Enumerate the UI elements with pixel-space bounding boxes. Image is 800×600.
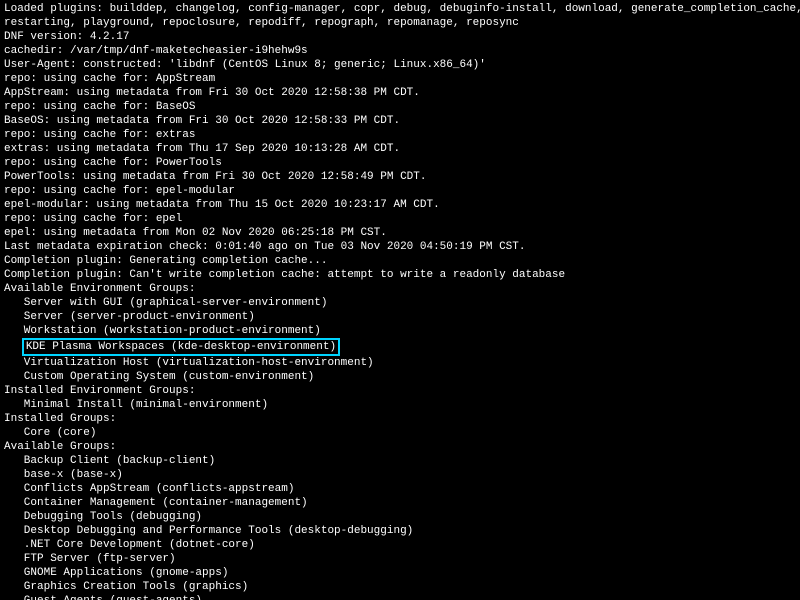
line-text: Server (server-product-environment) <box>4 311 255 323</box>
output-line: Server (server-product-environment) <box>4 310 796 324</box>
line-text: .NET Core Development (dotnet-core) <box>4 539 255 551</box>
line-text: restarting, playground, repoclosure, rep… <box>4 17 519 29</box>
output-line: Desktop Debugging and Performance Tools … <box>4 524 796 538</box>
output-line: Workstation (workstation-product-environ… <box>4 324 796 338</box>
line-text: Debugging Tools (debugging) <box>4 511 202 523</box>
output-line: restarting, playground, repoclosure, rep… <box>4 16 796 30</box>
line-text: repo: using cache for: epel <box>4 213 182 225</box>
output-line: extras: using metadata from Thu 17 Sep 2… <box>4 142 796 156</box>
line-text: Installed Environment Groups: <box>4 385 195 397</box>
line-text: FTP Server (ftp-server) <box>4 553 176 565</box>
output-line: Graphics Creation Tools (graphics) <box>4 580 796 594</box>
highlighted-line: KDE Plasma Workspaces (kde-desktop-envir… <box>4 338 796 356</box>
line-text: repo: using cache for: PowerTools <box>4 157 222 169</box>
output-line: Virtualization Host (virtualization-host… <box>4 356 796 370</box>
line-text: GNOME Applications (gnome-apps) <box>4 567 228 579</box>
output-line: base-x (base-x) <box>4 468 796 482</box>
line-text: extras: using metadata from Thu 17 Sep 2… <box>4 143 400 155</box>
output-line: Server with GUI (graphical-server-enviro… <box>4 296 796 310</box>
line-text: epel-modular: using metadata from Thu 15… <box>4 199 440 211</box>
output-line: Installed Groups: <box>4 412 796 426</box>
output-line: FTP Server (ftp-server) <box>4 552 796 566</box>
output-line: Completion plugin: Generating completion… <box>4 254 796 268</box>
line-text: repo: using cache for: epel-modular <box>4 185 235 197</box>
output-line: Container Management (container-manageme… <box>4 496 796 510</box>
line-text: Last metadata expiration check: 0:01:40 … <box>4 241 526 253</box>
line-text: Custom Operating System (custom-environm… <box>4 371 314 383</box>
line-text: Completion plugin: Can't write completio… <box>4 269 565 281</box>
line-text: BaseOS: using metadata from Fri 30 Oct 2… <box>4 115 400 127</box>
line-text: repo: using cache for: BaseOS <box>4 101 195 113</box>
line-text: Available Groups: <box>4 441 116 453</box>
output-line: Backup Client (backup-client) <box>4 454 796 468</box>
output-line: BaseOS: using metadata from Fri 30 Oct 2… <box>4 114 796 128</box>
output-line: DNF version: 4.2.17 <box>4 30 796 44</box>
output-line: Last metadata expiration check: 0:01:40 … <box>4 240 796 254</box>
output-line: Custom Operating System (custom-environm… <box>4 370 796 384</box>
line-text: Desktop Debugging and Performance Tools … <box>4 525 413 537</box>
line-text: Guest Agents (guest-agents) <box>4 595 202 600</box>
output-line: repo: using cache for: BaseOS <box>4 100 796 114</box>
output-line: Conflicts AppStream (conflicts-appstream… <box>4 482 796 496</box>
line-text: User-Agent: constructed: 'libdnf (CentOS… <box>4 59 486 71</box>
line-text: Core (core) <box>4 427 96 439</box>
output-line: Core (core) <box>4 426 796 440</box>
line-text: repo: using cache for: AppStream <box>4 73 215 85</box>
line-text: Available Environment Groups: <box>4 283 195 295</box>
line-text: Loaded plugins: builddep, changelog, con… <box>4 3 800 15</box>
output-line: cachedir: /var/tmp/dnf-maketecheasier-i9… <box>4 44 796 58</box>
line-text: Container Management (container-manageme… <box>4 497 308 509</box>
line-text: Virtualization Host (virtualization-host… <box>4 357 374 369</box>
output-line: PowerTools: using metadata from Fri 30 O… <box>4 170 796 184</box>
line-text: Completion plugin: Generating completion… <box>4 255 327 267</box>
output-line: Installed Environment Groups: <box>4 384 796 398</box>
output-line: User-Agent: constructed: 'libdnf (CentOS… <box>4 58 796 72</box>
output-line: repo: using cache for: epel-modular <box>4 184 796 198</box>
line-text: cachedir: /var/tmp/dnf-maketecheasier-i9… <box>4 45 308 57</box>
output-line: Minimal Install (minimal-environment) <box>4 398 796 412</box>
output-line: repo: using cache for: PowerTools <box>4 156 796 170</box>
line-text: Installed Groups: <box>4 413 116 425</box>
line-text: AppStream: using metadata from Fri 30 Oc… <box>4 87 420 99</box>
line-text: Graphics Creation Tools (graphics) <box>4 581 248 593</box>
line-text: Workstation (workstation-product-environ… <box>4 325 321 337</box>
output-line: repo: using cache for: AppStream <box>4 72 796 86</box>
output-line: Loaded plugins: builddep, changelog, con… <box>4 2 796 16</box>
line-text: Server with GUI (graphical-server-enviro… <box>4 297 327 309</box>
line-text: base-x (base-x) <box>4 469 123 481</box>
output-line: Available Groups: <box>4 440 796 454</box>
line-text: Backup Client (backup-client) <box>4 455 215 467</box>
output-line: AppStream: using metadata from Fri 30 Oc… <box>4 86 796 100</box>
output-line: repo: using cache for: epel <box>4 212 796 226</box>
line-text: Conflicts AppStream (conflicts-appstream… <box>4 483 294 495</box>
line-text: epel: using metadata from Mon 02 Nov 202… <box>4 227 387 239</box>
output-line: GNOME Applications (gnome-apps) <box>4 566 796 580</box>
kde-plasma-highlight: KDE Plasma Workspaces (kde-desktop-envir… <box>22 338 340 356</box>
output-line: epel-modular: using metadata from Thu 15… <box>4 198 796 212</box>
line-text: Minimal Install (minimal-environment) <box>4 399 268 411</box>
output-line: Debugging Tools (debugging) <box>4 510 796 524</box>
output-line: Completion plugin: Can't write completio… <box>4 268 796 282</box>
output-line: epel: using metadata from Mon 02 Nov 202… <box>4 226 796 240</box>
output-line: repo: using cache for: extras <box>4 128 796 142</box>
line-text: PowerTools: using metadata from Fri 30 O… <box>4 171 426 183</box>
line-text: repo: using cache for: extras <box>4 129 195 141</box>
output-line: Available Environment Groups: <box>4 282 796 296</box>
output-line: .NET Core Development (dotnet-core) <box>4 538 796 552</box>
output-line: Guest Agents (guest-agents) <box>4 594 796 600</box>
terminal-output[interactable]: Loaded plugins: builddep, changelog, con… <box>0 0 800 600</box>
line-text: DNF version: 4.2.17 <box>4 31 129 43</box>
